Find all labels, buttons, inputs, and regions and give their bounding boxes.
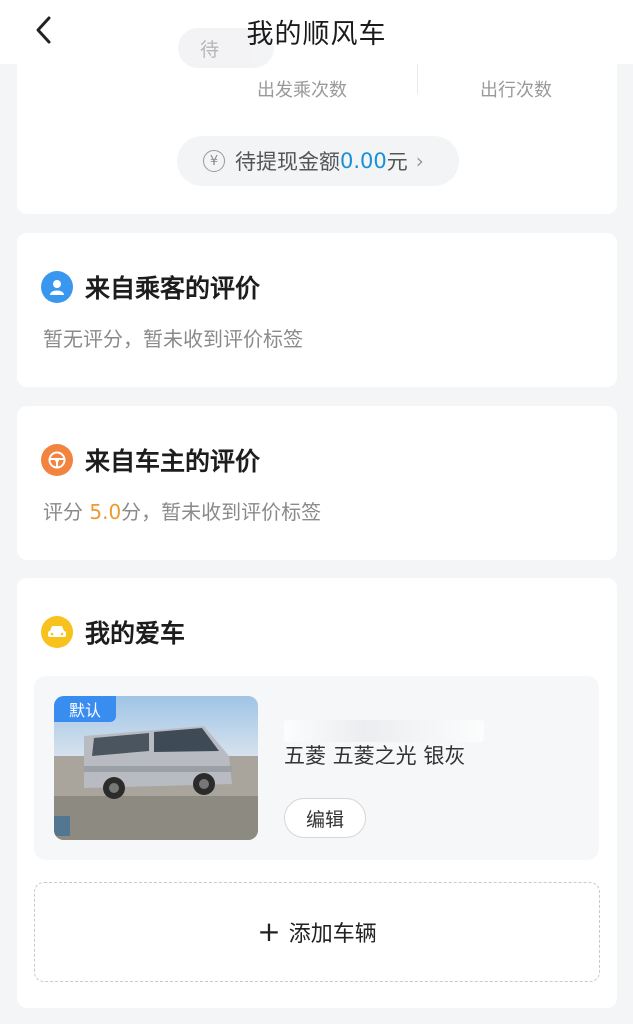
plus-icon: + bbox=[257, 915, 281, 948]
passenger-review-text: 暂无评分，暂未收到评价标签 bbox=[43, 327, 303, 351]
top-bar: 待 我的顺风车 bbox=[0, 0, 633, 68]
person-icon bbox=[41, 271, 73, 303]
owner-review-card[interactable]: 来自车主的评价 评分 5.0分，暂未收到评价标签 bbox=[17, 406, 617, 560]
owner-review-title: 来自车主的评价 bbox=[85, 447, 261, 476]
passenger-review-card[interactable]: 来自乘客的评价 暂无评分，暂未收到评价标签 bbox=[17, 233, 617, 387]
passenger-review-title: 来自乘客的评价 bbox=[85, 274, 261, 303]
depart-count-label: 出发乘次数 bbox=[257, 80, 347, 101]
trip-count-label: 出行次数 bbox=[480, 80, 552, 101]
owner-review-score: 5.0 bbox=[89, 500, 122, 524]
stat-divider bbox=[417, 64, 418, 94]
add-car-label: 添加车辆 bbox=[288, 922, 377, 947]
steering-wheel-icon bbox=[41, 444, 73, 476]
passenger-review-header: 来自乘客的评价 bbox=[41, 269, 260, 305]
owner-review-suffix: 分，暂未收到评价标签 bbox=[121, 500, 322, 524]
withdraw-button[interactable]: ¥ 待提现金额 0.00 元 › bbox=[177, 136, 459, 186]
owner-review-header: 来自车主的评价 bbox=[41, 442, 260, 478]
stats-card: 出发乘次数 出行次数 ¥ 待提现金额 0.00 元 › bbox=[17, 64, 617, 214]
car-plate-redacted bbox=[284, 720, 484, 742]
chevron-right-icon: › bbox=[415, 149, 424, 173]
withdraw-amount: 0.00 bbox=[340, 149, 387, 173]
my-car-title: 我的爱车 bbox=[85, 619, 186, 648]
car-item[interactable]: 默认 五菱 五菱之光 银灰 编辑 bbox=[34, 676, 599, 860]
default-badge: 默认 bbox=[54, 696, 116, 722]
my-car-card: 我的爱车 默认 五菱 五菱之光 银灰 编辑 + 添加车辆 bbox=[17, 578, 617, 1008]
page-title: 我的顺风车 bbox=[246, 19, 387, 50]
yen-icon: ¥ bbox=[203, 150, 225, 172]
edit-car-button[interactable]: 编辑 bbox=[284, 798, 366, 838]
car-photo: 默认 bbox=[54, 696, 258, 840]
add-car-button[interactable]: + 添加车辆 bbox=[34, 882, 600, 982]
withdraw-prefix: 待提现金额 bbox=[235, 150, 340, 174]
owner-review-prefix: 评分 bbox=[43, 500, 90, 524]
car-icon bbox=[41, 616, 73, 648]
withdraw-suffix: 元 bbox=[386, 150, 408, 174]
my-car-header: 我的爱车 bbox=[41, 614, 185, 650]
car-name: 五菱 五菱之光 银灰 bbox=[284, 744, 466, 768]
owner-review-text: 评分 5.0分，暂未收到评价标签 bbox=[43, 496, 321, 525]
